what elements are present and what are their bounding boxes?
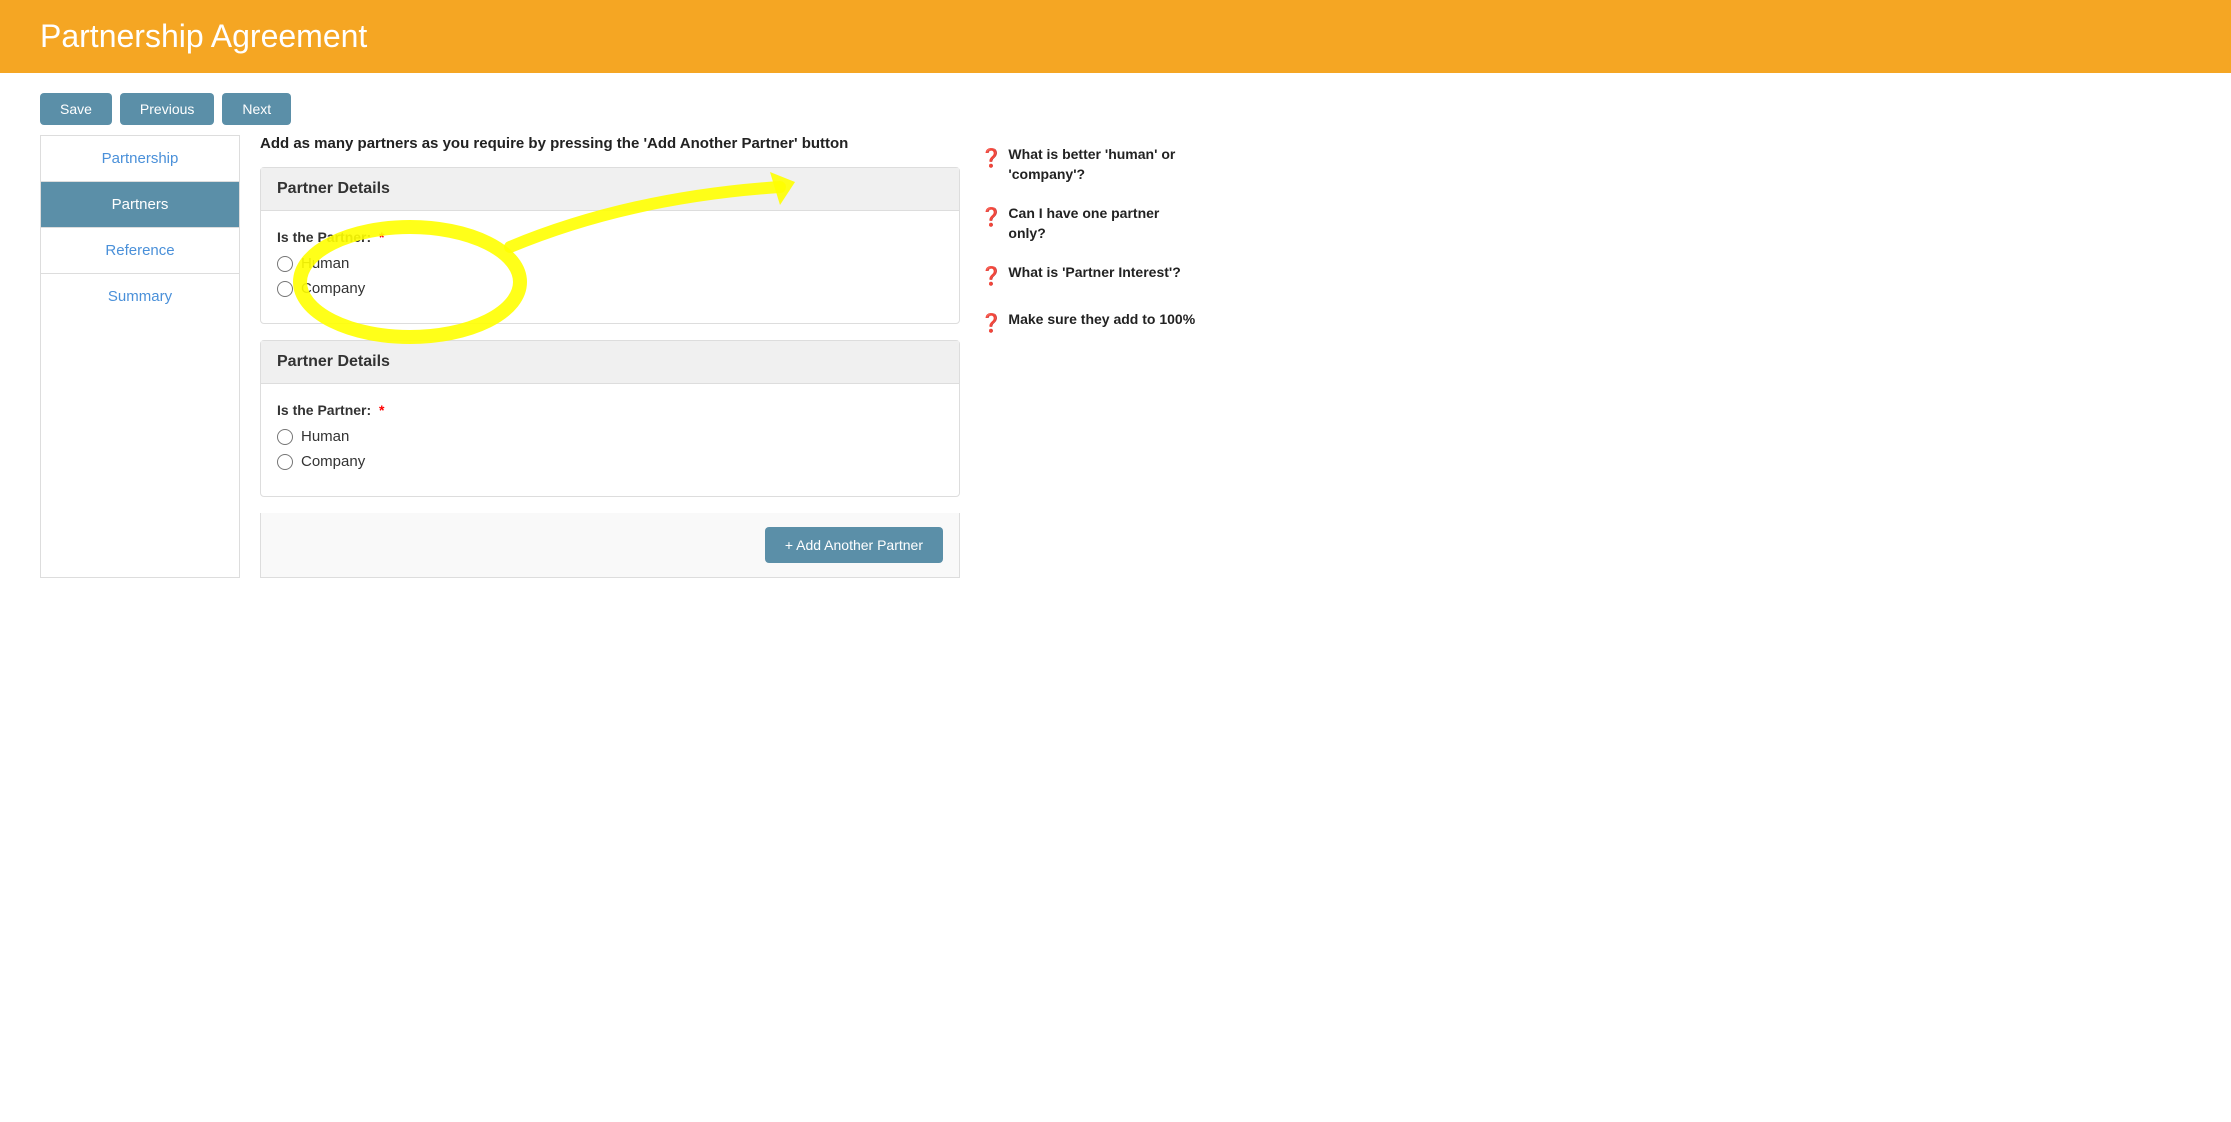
help-text-3: What is 'Partner Interest'? <box>1008 263 1180 283</box>
main-layout: Partnership Partners Reference Summary A… <box>0 135 2231 578</box>
radio-company-label-2: Company <box>301 453 365 470</box>
help-item-2[interactable]: ❓ Can I have one partner only? <box>980 204 1200 243</box>
help-item-3[interactable]: ❓ What is 'Partner Interest'? <box>980 263 1200 289</box>
content-area: Add as many partners as you require by p… <box>260 135 960 578</box>
next-button[interactable]: Next <box>222 93 291 125</box>
radio-human-2[interactable]: Human <box>277 428 943 445</box>
radio-human-label-1: Human <box>301 255 349 272</box>
radio-company-input-1[interactable] <box>277 281 293 297</box>
add-another-partner-button[interactable]: + Add Another Partner <box>765 527 943 563</box>
help-icon-2: ❓ <box>980 205 1002 230</box>
required-marker-2: * <box>379 402 384 418</box>
radio-company-label-1: Company <box>301 280 365 297</box>
previous-button[interactable]: Previous <box>120 93 214 125</box>
help-text-2: Can I have one partner only? <box>1008 204 1200 243</box>
partner-card-1: Partner Details Is the Partner: * Human … <box>260 167 960 324</box>
radio-human-label-2: Human <box>301 428 349 445</box>
radio-company-1[interactable]: Company <box>277 280 943 297</box>
help-icon-3: ❓ <box>980 264 1002 289</box>
partner-card-1-container: Partner Details Is the Partner: * Human … <box>260 167 960 324</box>
content-instruction: Add as many partners as you require by p… <box>260 135 960 152</box>
sidebar-item-reference[interactable]: Reference <box>41 228 239 274</box>
help-item-4[interactable]: ❓ Make sure they add to 100% <box>980 310 1200 336</box>
radio-company-input-2[interactable] <box>277 454 293 470</box>
toolbar: Save Previous Next <box>0 73 2231 135</box>
radio-company-2[interactable]: Company <box>277 453 943 470</box>
partner-card-2-header: Partner Details <box>261 341 959 384</box>
page-header: Partnership Agreement <box>0 0 2231 73</box>
partner-type-label-1: Is the Partner: * <box>277 229 943 245</box>
help-text-1: What is better 'human' or 'company'? <box>1008 145 1200 184</box>
partner-card-1-header: Partner Details <box>261 168 959 211</box>
radio-human-1[interactable]: Human <box>277 255 943 272</box>
radio-human-input-2[interactable] <box>277 429 293 445</box>
sidebar: Partnership Partners Reference Summary <box>40 135 240 578</box>
bottom-bar: + Add Another Partner <box>260 513 960 578</box>
help-icon-4: ❓ <box>980 311 1002 336</box>
sidebar-item-partners[interactable]: Partners <box>41 182 239 228</box>
partner-card-2-body: Is the Partner: * Human Company <box>261 384 959 496</box>
partner-card-1-body: Is the Partner: * Human Company <box>261 211 959 323</box>
help-panel: ❓ What is better 'human' or 'company'? ❓… <box>980 135 1200 578</box>
save-button[interactable]: Save <box>40 93 112 125</box>
partner-card-2: Partner Details Is the Partner: * Human … <box>260 340 960 497</box>
radio-human-input-1[interactable] <box>277 256 293 272</box>
sidebar-item-partnership[interactable]: Partnership <box>41 136 239 182</box>
help-icon-1: ❓ <box>980 146 1002 171</box>
help-text-4: Make sure they add to 100% <box>1008 310 1195 330</box>
help-item-1[interactable]: ❓ What is better 'human' or 'company'? <box>980 145 1200 184</box>
sidebar-item-summary[interactable]: Summary <box>41 274 239 319</box>
required-marker-1: * <box>379 229 384 245</box>
page-title: Partnership Agreement <box>40 18 2191 55</box>
partner-type-label-2: Is the Partner: * <box>277 402 943 418</box>
